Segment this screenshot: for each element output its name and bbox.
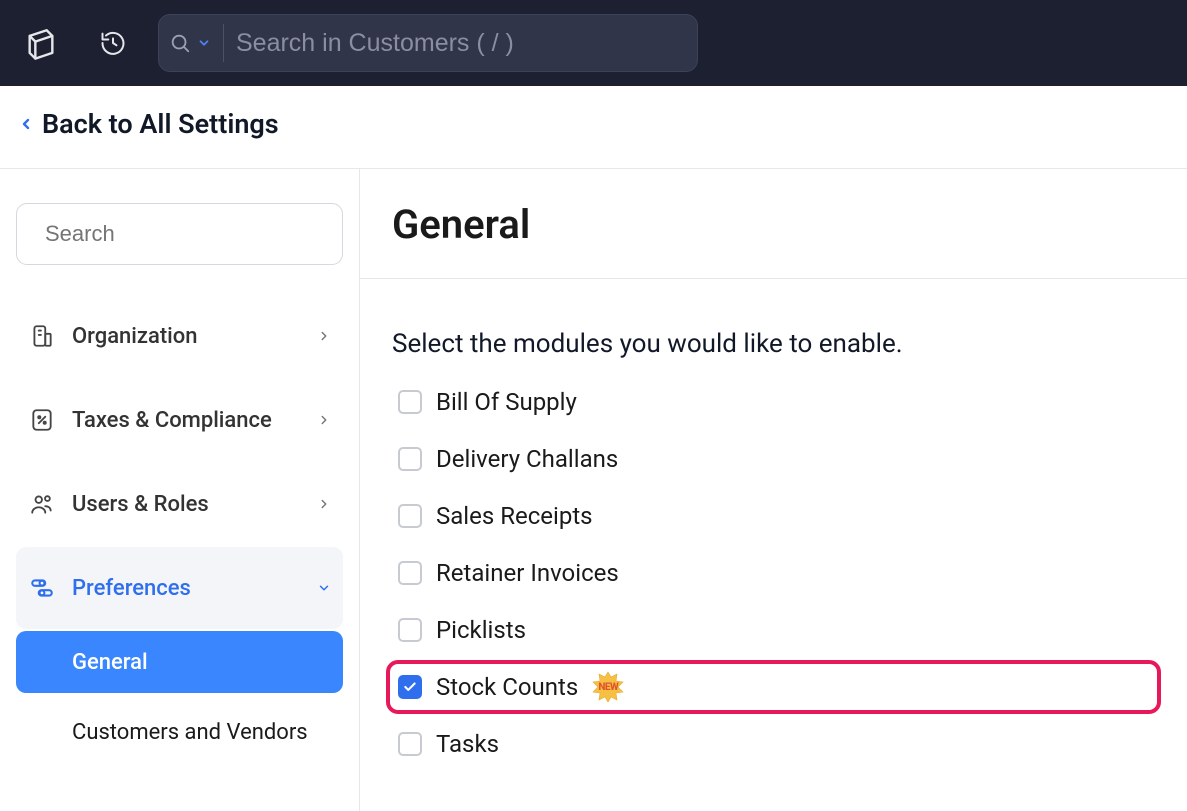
module-row-tasks[interactable]: Tasks [392, 723, 1155, 765]
module-label: Stock Counts [436, 673, 578, 701]
module-row-delivery-challans[interactable]: Delivery Challans [392, 438, 1155, 480]
module-label: Picklists [436, 616, 526, 644]
sidebar-item-label: Taxes & Compliance [72, 408, 272, 433]
settings-search[interactable] [16, 203, 343, 265]
percent-file-icon [28, 406, 56, 434]
checkbox[interactable] [398, 504, 422, 528]
module-row-stock-counts[interactable]: Stock Counts NEW [392, 666, 1155, 708]
topbar [0, 0, 1187, 86]
chevron-right-icon [317, 413, 331, 427]
sidebar-item-users-roles[interactable]: Users & Roles [16, 463, 343, 545]
users-icon [28, 490, 56, 518]
new-badge-label: NEW [598, 682, 618, 693]
sub-item-label: Customers and Vendors [72, 720, 308, 745]
sidebar-item-taxes-compliance[interactable]: Taxes & Compliance [16, 379, 343, 461]
search-icon [169, 32, 191, 54]
checkbox[interactable] [398, 732, 422, 756]
checkbox[interactable] [398, 618, 422, 642]
module-label: Sales Receipts [436, 502, 593, 530]
back-bar: Back to All Settings [0, 86, 1187, 169]
sub-item-label: General [72, 650, 148, 675]
chevron-down-icon [317, 581, 331, 595]
sub-item-customers-vendors[interactable]: Customers and Vendors [16, 701, 343, 763]
module-list: Bill Of Supply Delivery Challans Sales R… [360, 381, 1187, 781]
checkbox[interactable] [398, 561, 422, 585]
building-icon [28, 322, 56, 350]
preferences-sub-list: General Customers and Vendors [16, 631, 343, 763]
check-icon [403, 680, 417, 694]
chevron-right-icon [317, 497, 331, 511]
settings-search-input[interactable] [45, 221, 333, 247]
sidebar-item-label: Users & Roles [72, 492, 209, 517]
module-row-picklists[interactable]: Picklists [392, 609, 1155, 651]
back-link-label: Back to All Settings [42, 108, 279, 140]
sidebar-list: Organization Taxes & Compliance [16, 295, 343, 763]
checkbox[interactable] [398, 390, 422, 414]
recent-activity-icon[interactable] [86, 15, 140, 71]
chevron-right-icon [317, 329, 331, 343]
module-label: Delivery Challans [436, 445, 618, 473]
module-label: Bill Of Supply [436, 388, 577, 416]
search-scope-selector[interactable] [169, 24, 224, 62]
module-row-sales-receipts[interactable]: Sales Receipts [392, 495, 1155, 537]
sub-item-general[interactable]: General [16, 631, 343, 693]
page-title: General [360, 201, 1187, 278]
sliders-icon [28, 574, 56, 602]
settings-sidebar: Organization Taxes & Compliance [0, 169, 360, 811]
app-logo-icon[interactable] [14, 15, 68, 71]
sidebar-item-label: Organization [72, 324, 198, 349]
module-label: Tasks [436, 730, 499, 758]
sidebar-item-organization[interactable]: Organization [16, 295, 343, 377]
chevron-left-icon [18, 113, 34, 135]
module-row-bill-of-supply[interactable]: Bill Of Supply [392, 381, 1155, 423]
chevron-down-icon [197, 36, 211, 50]
global-search[interactable] [158, 14, 698, 72]
main-content: General Select the modules you would lik… [360, 169, 1187, 811]
module-intro: Select the modules you would like to ena… [360, 279, 1187, 381]
checkbox[interactable] [398, 447, 422, 471]
sidebar-item-preferences[interactable]: Preferences [16, 547, 343, 629]
module-row-retainer-invoices[interactable]: Retainer Invoices [392, 552, 1155, 594]
module-label: Retainer Invoices [436, 559, 619, 587]
checkbox[interactable] [398, 675, 422, 699]
back-to-all-settings-link[interactable]: Back to All Settings [18, 108, 279, 140]
sidebar-item-label: Preferences [72, 576, 191, 601]
global-search-input[interactable] [224, 29, 687, 58]
new-badge-icon: NEW [592, 671, 624, 703]
